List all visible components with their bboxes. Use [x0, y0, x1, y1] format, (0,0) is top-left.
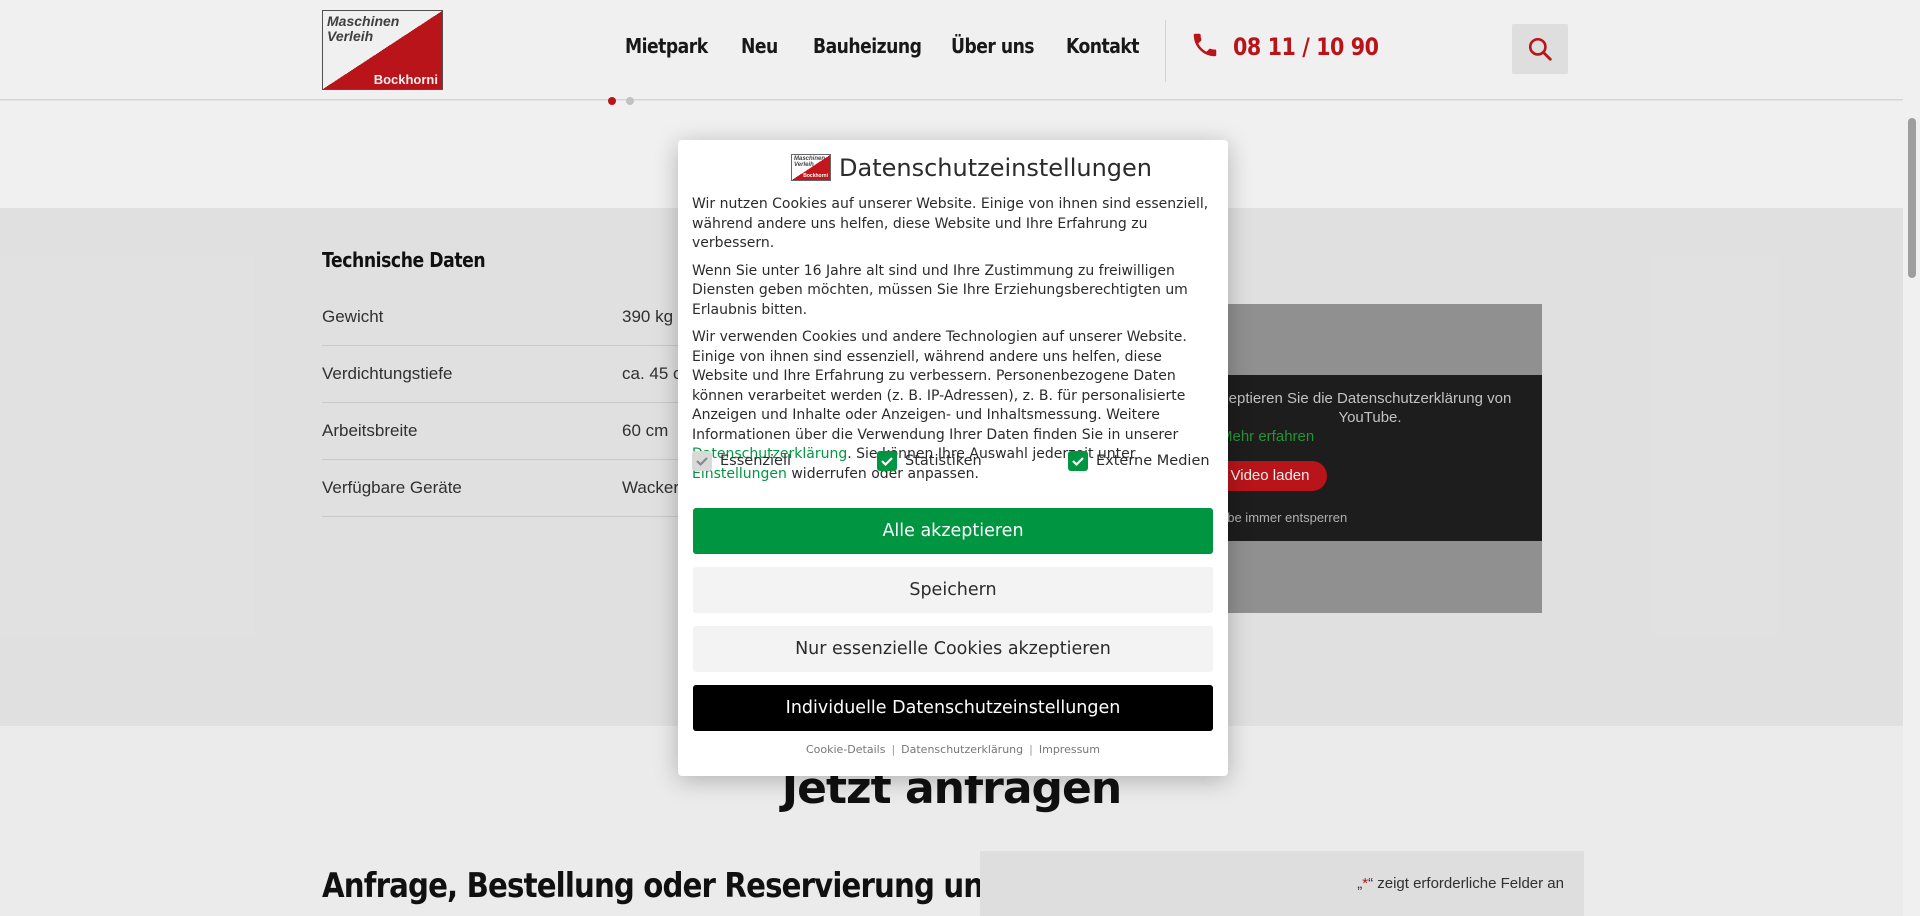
- dialog-title: Datenschutzeinstellungen: [839, 154, 1152, 182]
- essential-only-button[interactable]: Nur essenzielle Cookies akzeptieren: [693, 626, 1213, 672]
- checkbox-label: Statistiken: [905, 453, 982, 469]
- checkbox-label: Externe Medien: [1096, 453, 1210, 469]
- cookie-details-link[interactable]: Cookie-Details: [806, 743, 885, 756]
- checkbox-label: Essenziell: [720, 453, 791, 469]
- dialog-footer-links: Cookie-Details | Datenschutzerklärung | Impr…: [805, 743, 1100, 756]
- imprint-link[interactable]: Impressum: [1039, 743, 1100, 756]
- save-button[interactable]: Speichern: [693, 567, 1213, 613]
- privacy-settings-dialog: Maschinen Verleih Bockhorni Datenschutzei…: [678, 140, 1228, 776]
- consent-paragraph-2: Wenn Sie unter 16 Jahre alt sind und Ihr…: [692, 262, 1188, 318]
- dialog-logo: Maschinen Verleih Bockhorni: [791, 154, 831, 181]
- scrollbar-thumb[interactable]: [1908, 118, 1916, 278]
- footer-privacy-link[interactable]: Datenschutzerklärung: [901, 743, 1023, 756]
- dialog-body: Wir nutzen Cookies auf unserer Website. …: [692, 195, 1214, 492]
- consent-paragraph-1: Wir nutzen Cookies auf unserer Website. …: [692, 196, 1209, 251]
- check-icon: [696, 457, 708, 467]
- checkbox-box[interactable]: [877, 451, 897, 471]
- checkbox-box: [692, 451, 712, 471]
- accept-all-button[interactable]: Alle akzeptieren: [693, 508, 1213, 554]
- consent-checkboxes: Essenziell Statistiken Externe Medien: [692, 450, 1214, 474]
- check-icon: [881, 457, 893, 467]
- individual-settings-button[interactable]: Individuelle Datenschutzeinstellungen: [693, 685, 1213, 731]
- checkbox-box[interactable]: [1068, 451, 1088, 471]
- check-icon: [1072, 457, 1084, 467]
